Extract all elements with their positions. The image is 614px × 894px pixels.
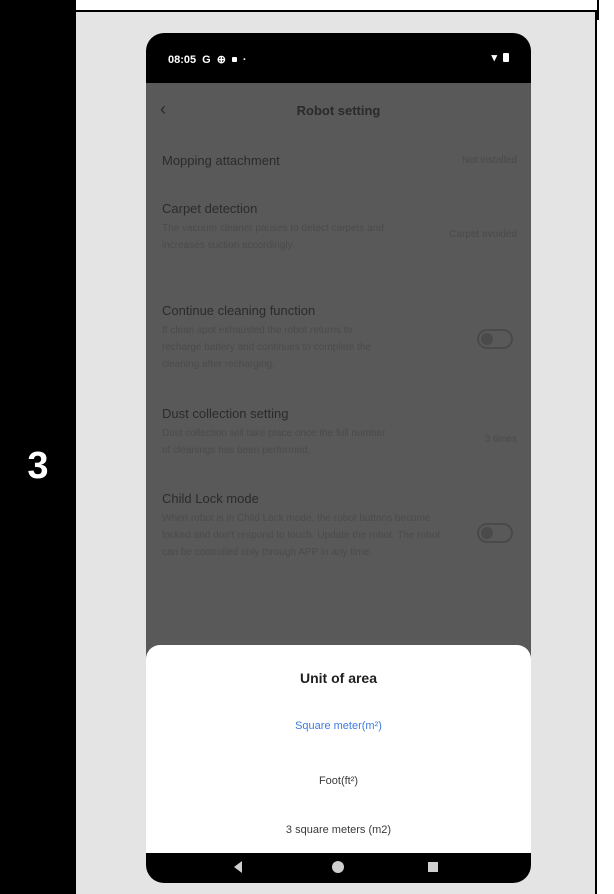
system-navigation-bar — [146, 853, 531, 883]
setting-description: If clean spot exhausted the robot return… — [162, 325, 372, 370]
option-three-square-meters[interactable]: 3 square meters (m2) — [146, 824, 531, 836]
more-notifications-icon: · — [242, 53, 247, 66]
child-lock-toggle[interactable] — [477, 523, 513, 543]
status-left: 08:05 G ⊕ · — [168, 53, 247, 67]
setting-description: Dust collection will take place once the… — [162, 428, 386, 456]
setting-description: The vacuum cleaner pauses to detect carp… — [162, 223, 384, 251]
setting-child-lock: Child Lock mode When robot is in Child L… — [162, 491, 517, 561]
battery-icon — [503, 53, 509, 62]
step-column: 3 — [0, 0, 76, 894]
option-square-meter[interactable]: Square meter(m²) — [146, 720, 531, 732]
setting-continue-cleaning: Continue cleaning function If clean spot… — [162, 303, 517, 373]
nav-home-icon[interactable] — [332, 861, 344, 873]
setting-value: Carpet avoided — [449, 229, 517, 240]
status-time: 08:05 — [168, 53, 197, 66]
app-screen: ‹ Robot setting Mopping attachment Not i… — [146, 83, 531, 853]
setting-title: Continue cleaning function — [162, 303, 316, 318]
phone-frame: 08:05 G ⊕ · ▾ ‹ Robot setting Mopping at… — [146, 33, 531, 883]
notification-icon — [231, 57, 237, 62]
setting-carpet-detection[interactable]: Carpet detection The vacuum cleaner paus… — [162, 201, 517, 254]
location-icon: ⊕ — [216, 54, 226, 66]
nav-recents-icon[interactable] — [428, 862, 438, 872]
setting-title: Carpet detection — [162, 201, 258, 216]
unit-bottom-sheet: Unit of area Square meter(m²) Foot(ft²) … — [146, 645, 531, 853]
setting-value: Not installed — [461, 155, 517, 166]
setting-title: Dust collection setting — [162, 406, 289, 421]
setting-value: 3 times — [484, 434, 517, 445]
setting-dust-collection[interactable]: Dust collection setting Dust collection … — [162, 406, 517, 459]
setting-mopping-attachment[interactable]: Mopping attachment Not installed — [162, 153, 517, 168]
setting-description: When robot is in Child Lock mode, the ro… — [162, 513, 441, 558]
status-bar: 08:05 G ⊕ · ▾ — [146, 33, 531, 83]
step-number: 3 — [27, 444, 49, 487]
nav-back-icon[interactable] — [234, 861, 242, 873]
wifi-icon: ▾ — [491, 52, 497, 64]
app-header: ‹ Robot setting — [146, 83, 531, 143]
google-icon: G — [202, 53, 211, 66]
setting-title: Child Lock mode — [162, 491, 259, 506]
page-title: Robot setting — [296, 103, 381, 118]
option-foot[interactable]: Foot(ft²) — [146, 775, 531, 787]
sheet-title: Unit of area — [299, 670, 377, 686]
top-margin — [76, 0, 614, 10]
continue-cleaning-toggle[interactable] — [477, 329, 513, 349]
right-edge — [597, 0, 614, 894]
status-right: ▾ — [491, 51, 509, 64]
